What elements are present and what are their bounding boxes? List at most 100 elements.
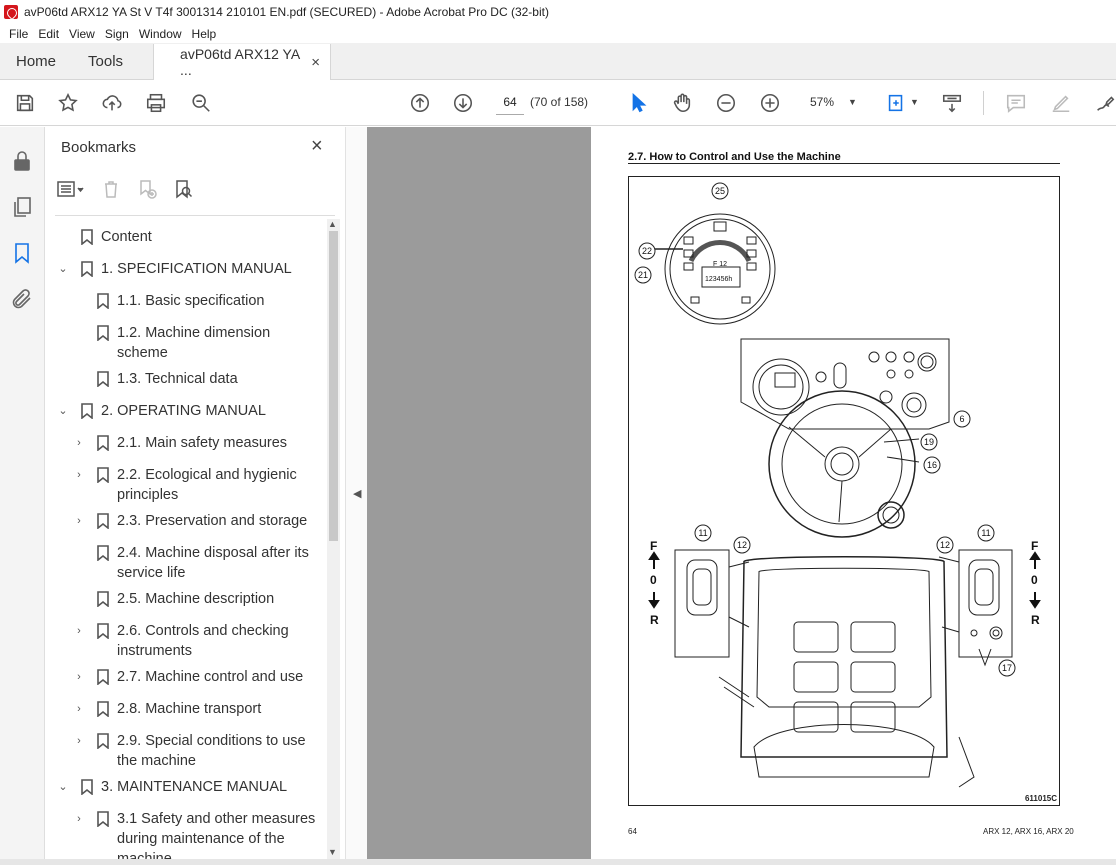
menu-sign[interactable]: Sign — [100, 27, 134, 41]
bookmark-label-line: instruments — [117, 643, 192, 659]
tab-document[interactable]: avP06td ARX12 YA ... × — [153, 44, 332, 80]
bookmarks-scrollbar[interactable]: ▲ ▼ — [327, 219, 340, 859]
bookmark-flag-icon — [81, 403, 93, 420]
bookmark-flag-icon — [81, 779, 93, 796]
tab-home[interactable]: Home — [0, 43, 72, 79]
expand-chevron-icon[interactable]: › — [73, 621, 85, 641]
bookmark-flag-icon — [97, 701, 109, 718]
bookmarks-divider — [55, 215, 335, 216]
bookmarks-tree: Content ⌄ 1. SPECIFICATION MANUAL 1.1. Basi… — [45, 219, 327, 865]
select-cursor-icon[interactable] — [626, 91, 650, 115]
bookmark-label-line: 2.1. Main safety measures — [117, 435, 288, 451]
page-number-input[interactable]: 64 — [496, 89, 524, 115]
bookmark-flag-icon — [97, 371, 109, 388]
bookmark-flag-icon — [97, 293, 109, 310]
expand-chevron-icon[interactable]: › — [73, 511, 85, 531]
pages-icon[interactable] — [10, 195, 34, 219]
bookmark-label: 2.6. Controls and checking instruments — [117, 621, 289, 661]
callout-number: 25 — [715, 186, 725, 196]
bookmark-flag-icon — [81, 261, 93, 278]
lock-icon[interactable] — [10, 149, 34, 173]
expand-chevron-icon[interactable]: › — [73, 809, 85, 829]
panel-splitter[interactable]: ◀ — [345, 127, 367, 865]
zoom-dropdown-icon[interactable]: ▼ — [848, 97, 857, 107]
bookmark-label-line: 3. MAINTENANCE MANUAL — [101, 779, 288, 795]
scrollbar-thumb[interactable] — [329, 231, 338, 541]
gauge-arc — [688, 240, 752, 263]
bookmark-label: 1. SPECIFICATION MANUAL — [101, 259, 292, 279]
menu-file[interactable]: File — [4, 27, 33, 41]
bookmark-label: 2.5. Machine description — [117, 589, 274, 609]
page-count-label: (70 of 158) — [530, 95, 589, 109]
menu-help[interactable]: Help — [187, 27, 222, 41]
callout-number: 22 — [642, 246, 652, 256]
collapse-chevron-icon[interactable]: ⌄ — [57, 259, 69, 279]
bookmark-label-line: 2.3. Preservation and storage — [117, 513, 308, 529]
scroll-up-icon[interactable]: ▲ — [328, 219, 337, 229]
direction-reverse-right: R — [1031, 613, 1040, 627]
upload-icon[interactable] — [100, 91, 124, 115]
bookmark-label-line: 1.2. Machine dimension — [117, 325, 271, 341]
callout-number: 19 — [924, 437, 934, 447]
bookmark-label-line: scheme — [117, 345, 168, 361]
scroll-mode-icon[interactable] — [940, 91, 964, 115]
bookmark-label-line: principles — [117, 487, 179, 503]
menu-view[interactable]: View — [64, 27, 100, 41]
tab-document-label: avP06td ARX12 YA ... — [180, 46, 300, 78]
bookmarks-close-icon[interactable]: × — [311, 135, 323, 158]
bookmark-label: Content — [101, 227, 152, 247]
expand-chevron-icon[interactable]: › — [73, 699, 85, 719]
bookmark-panel-icon[interactable] — [10, 241, 34, 265]
bookmark-flag-icon — [97, 669, 109, 686]
comment-icon[interactable] — [1004, 91, 1028, 115]
bookmark-label: 2.1. Main safety measures — [117, 433, 287, 453]
figure-code: 611015C — [1024, 794, 1057, 803]
delete-bookmark-icon[interactable] — [101, 179, 121, 204]
expand-chevron-icon[interactable]: › — [73, 667, 85, 687]
attachment-icon[interactable] — [10, 287, 34, 311]
find-bookmark-icon[interactable] — [173, 179, 193, 204]
menu-window[interactable]: Window — [134, 27, 187, 41]
bookmark-flag-icon — [97, 467, 109, 484]
scroll-down-icon[interactable]: ▼ — [328, 847, 337, 857]
bookmark-label-line: 2.9. Special conditions to use — [117, 733, 306, 749]
tab-close-icon[interactable]: × — [311, 54, 320, 71]
bookmark-label-line: during maintenance of the — [117, 831, 285, 847]
new-bookmark-icon[interactable] — [137, 179, 157, 204]
zoom-in-icon[interactable] — [758, 91, 782, 115]
expand-chevron-icon[interactable]: › — [73, 731, 85, 751]
operator-seat — [740, 556, 948, 758]
zoom-level[interactable]: 57% — [810, 95, 834, 109]
fit-page-icon[interactable] — [884, 91, 908, 115]
controls-drawing: F 0 R F 0 R F 12 123456h 252221619161112… — [634, 182, 1041, 788]
highlight-icon[interactable] — [1049, 91, 1073, 115]
bookmark-label-line: 2.8. Machine transport — [117, 701, 262, 717]
bookmark-label-line: 1. SPECIFICATION MANUAL — [101, 261, 292, 277]
collapse-chevron-icon[interactable]: ⌄ — [57, 401, 69, 421]
page-down-icon[interactable] — [451, 91, 475, 115]
menu-edit[interactable]: Edit — [33, 27, 64, 41]
bookmark-flag-icon — [97, 591, 109, 608]
page-up-icon[interactable] — [408, 91, 432, 115]
zoom-search-icon[interactable] — [189, 91, 213, 115]
window-title: avP06td ARX12 YA St V T4f 3001314 210101… — [24, 5, 549, 19]
zoom-out-icon[interactable] — [714, 91, 738, 115]
bookmarks-panel: Bookmarks × Content ⌄ 1. SPECIFICATION MAN… — [45, 127, 345, 865]
expand-chevron-icon[interactable]: › — [73, 465, 85, 485]
fit-dropdown-icon[interactable]: ▼ — [910, 97, 919, 107]
bookmark-flag-icon — [97, 325, 109, 342]
callout-number: 6 — [959, 414, 964, 424]
direction-neutral-right: 0 — [1031, 573, 1038, 587]
sign-icon[interactable] — [1093, 91, 1116, 115]
collapse-chevron-icon[interactable]: ⌄ — [57, 777, 69, 797]
document-viewport[interactable]: 2.7. How to Control and Use the Machine — [367, 127, 1116, 865]
tab-tools[interactable]: Tools — [72, 43, 141, 79]
save-icon[interactable] — [13, 91, 37, 115]
collapse-panel-icon[interactable]: ◀ — [353, 487, 361, 500]
print-icon[interactable] — [144, 91, 168, 115]
star-icon[interactable] — [56, 91, 80, 115]
bookmark-options-icon[interactable] — [57, 179, 85, 204]
bookmark-flag-icon — [97, 811, 109, 828]
hand-icon[interactable] — [670, 91, 694, 115]
expand-chevron-icon[interactable]: › — [73, 433, 85, 453]
